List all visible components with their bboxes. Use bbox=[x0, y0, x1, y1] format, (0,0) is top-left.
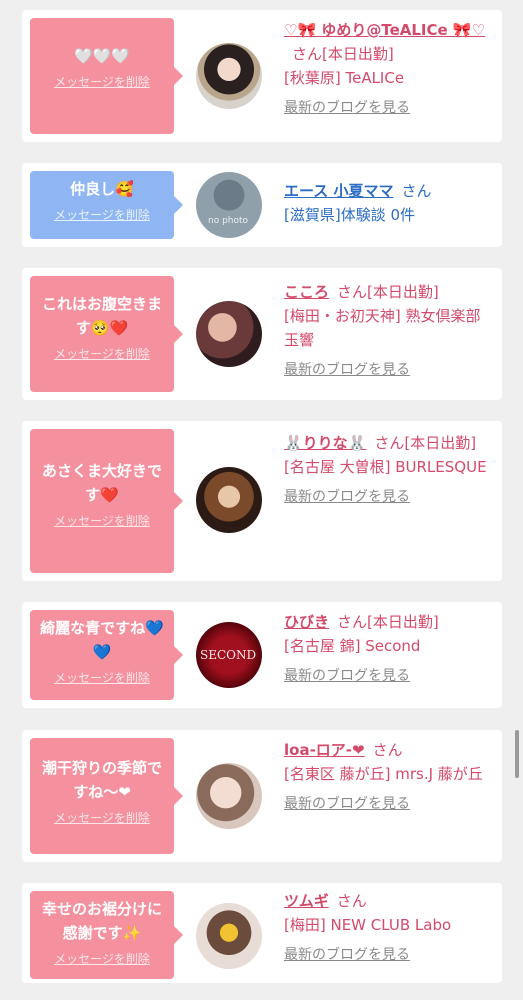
latest-blog-link[interactable]: 最新のブログを見る bbox=[284, 664, 496, 688]
status-label: [本日出勤] bbox=[367, 283, 439, 301]
delete-message-link[interactable]: メッセージを削除 bbox=[36, 810, 168, 826]
message-card: 仲良し🥰 メッセージを削除 no photo エース 小夏ママ さん [滋賀県]体… bbox=[22, 163, 502, 247]
latest-blog-link[interactable]: 最新のブログを見る bbox=[284, 485, 496, 509]
second-logo-label: SECOND bbox=[200, 648, 257, 662]
avatar[interactable]: SECOND bbox=[196, 622, 262, 688]
delete-message-link[interactable]: メッセージを削除 bbox=[36, 74, 168, 90]
message-bubble: これはお腹空きます🥺❤️ メッセージを削除 bbox=[30, 276, 183, 392]
scrollbar[interactable] bbox=[515, 730, 519, 778]
avatar[interactable] bbox=[196, 467, 262, 533]
cast-info: ひびき さん[本日出勤] [名古屋 錦] Second 最新のブログを見る bbox=[284, 610, 496, 688]
message-card: 潮干狩りの季節ですね〜❤ メッセージを削除 loa-ロア-❤ さん [名東区 藤が… bbox=[22, 730, 502, 862]
delete-message-link[interactable]: メッセージを削除 bbox=[36, 207, 168, 223]
avatar[interactable]: no photo bbox=[196, 172, 262, 238]
shop-label: [滋賀県]体験談 0件 bbox=[284, 206, 416, 224]
message-bubble: 綺麗な青ですね💙💙 メッセージを削除 bbox=[30, 610, 183, 700]
cast-info: loa-ロア-❤ さん [名東区 藤が丘] mrs.J 藤が丘 最新のブログを見る bbox=[284, 738, 496, 816]
message-bubble: 🤍🤍🤍 メッセージを削除 bbox=[30, 18, 183, 134]
cast-info: エース 小夏ママ さん [滋賀県]体験談 0件 bbox=[284, 179, 496, 227]
message-text: 幸せのお裾分けに感謝です✨ bbox=[41, 900, 162, 942]
message-text: 🤍🤍🤍 bbox=[73, 47, 131, 65]
shop-label: [名東区 藤が丘] mrs.J 藤が丘 bbox=[284, 765, 483, 783]
cast-name-link[interactable]: こころ bbox=[284, 283, 329, 301]
cast-info: ♡🎀 ゆめり@TeALICe 🎀♡さん[本日出勤] [秋葉原] TeALICe … bbox=[284, 18, 496, 120]
honorific: さん bbox=[337, 613, 368, 631]
message-text: 仲良し🥰 bbox=[70, 180, 134, 198]
latest-blog-link[interactable]: 最新のブログを見る bbox=[284, 943, 496, 967]
honorific: さん bbox=[372, 741, 403, 759]
cast-name-link[interactable]: ひびき bbox=[284, 613, 329, 631]
shop-label: [梅田] NEW CLUB Labo bbox=[284, 916, 452, 934]
honorific: さん bbox=[401, 182, 432, 200]
message-text: 綺麗な青ですね💙💙 bbox=[40, 619, 164, 661]
honorific: さん bbox=[292, 45, 323, 63]
message-bubble: あさくま大好きです❤️ メッセージを削除 bbox=[30, 429, 183, 573]
cast-info: ツムギ さん [梅田] NEW CLUB Labo 最新のブログを見る bbox=[284, 889, 496, 967]
message-card: 幸せのお裾分けに感謝です✨ メッセージを削除 ツムギ さん [梅田] NEW CL… bbox=[22, 883, 502, 983]
avatar[interactable] bbox=[196, 301, 262, 367]
delete-message-link[interactable]: メッセージを削除 bbox=[36, 951, 168, 967]
cast-name-link[interactable]: loa-ロア-❤ bbox=[284, 741, 365, 759]
message-text: 潮干狩りの季節ですね〜❤ bbox=[41, 759, 162, 801]
delete-message-link[interactable]: メッセージを削除 bbox=[36, 670, 168, 686]
status-label: [本日出勤] bbox=[322, 45, 394, 63]
message-card: これはお腹空きます🥺❤️ メッセージを削除 こころ さん[本日出勤] [梅田・お初… bbox=[22, 268, 502, 400]
honorific: さん bbox=[374, 434, 405, 452]
avatar[interactable] bbox=[196, 43, 262, 109]
shop-label: [梅田・お初天神] 熟女倶楽部 玉響 bbox=[284, 307, 481, 349]
message-card: あさくま大好きです❤️ メッセージを削除 🐰りりな🐰 さん[本日出勤] [名古屋 … bbox=[22, 421, 502, 581]
latest-blog-link[interactable]: 最新のブログを見る bbox=[284, 792, 496, 816]
no-photo-label: no photo bbox=[208, 216, 249, 226]
status-label: [本日出勤] bbox=[367, 613, 439, 631]
delete-message-link[interactable]: メッセージを削除 bbox=[36, 513, 168, 529]
shop-label: [名古屋 錦] Second bbox=[284, 637, 421, 655]
cast-info: こころ さん[本日出勤] [梅田・お初天神] 熟女倶楽部 玉響 最新のブログを見る bbox=[284, 280, 496, 382]
message-bubble: 仲良し🥰 メッセージを削除 bbox=[30, 171, 183, 239]
latest-blog-link[interactable]: 最新のブログを見る bbox=[284, 96, 496, 120]
message-card: 🤍🤍🤍 メッセージを削除 ♡🎀 ゆめり@TeALICe 🎀♡ さん[本日出勤] [… bbox=[22, 10, 502, 142]
message-bubble: 潮干狩りの季節ですね〜❤ メッセージを削除 bbox=[30, 738, 183, 854]
latest-blog-link[interactable]: 最新のブログを見る bbox=[284, 358, 496, 382]
honorific: さん bbox=[336, 892, 367, 910]
cast-name-link[interactable]: ♡🎀 ゆめり@TeALICe 🎀♡ bbox=[284, 21, 485, 39]
shop-label: [名古屋 大曽根] BURLESQUE bbox=[284, 458, 487, 476]
cast-name-link[interactable]: 🐰りりな🐰 bbox=[284, 434, 366, 452]
avatar[interactable] bbox=[196, 763, 262, 829]
status-label: [本日出勤] bbox=[404, 434, 477, 452]
message-text: あさくま大好きです❤️ bbox=[41, 462, 162, 504]
message-bubble: 幸せのお裾分けに感謝です✨ メッセージを削除 bbox=[30, 891, 183, 979]
cast-name-link[interactable]: ツムギ bbox=[284, 892, 329, 910]
shop-label: [秋葉原] TeALICe bbox=[284, 69, 405, 87]
avatar[interactable] bbox=[196, 903, 262, 969]
cast-name-link[interactable]: エース 小夏ママ bbox=[284, 182, 393, 200]
honorific: さん bbox=[337, 283, 368, 301]
message-text: これはお腹空きます🥺❤️ bbox=[41, 295, 162, 337]
cast-info: 🐰りりな🐰 さん[本日出勤] [名古屋 大曽根] BURLESQUE 最新のブログ… bbox=[284, 431, 496, 509]
message-card: 綺麗な青ですね💙💙 メッセージを削除 SECOND ひびき さん[本日出勤] [名… bbox=[22, 602, 502, 708]
delete-message-link[interactable]: メッセージを削除 bbox=[36, 346, 168, 362]
